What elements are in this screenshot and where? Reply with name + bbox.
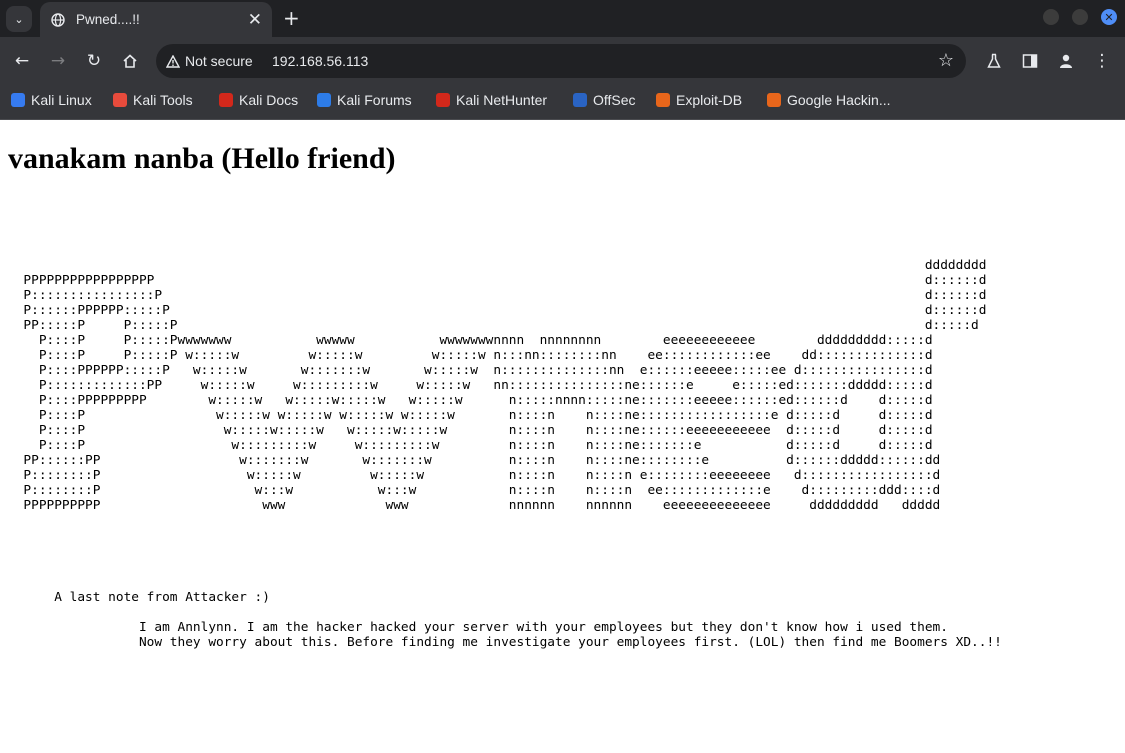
side-panel-button[interactable] [1018, 49, 1042, 73]
bookmark-label: Kali NetHunter [456, 92, 548, 108]
page-heading: vanakam nanba (Hello friend) [8, 142, 396, 175]
maximize-button[interactable] [1072, 9, 1088, 25]
bookmark-label: Kali Linux [31, 92, 92, 108]
address-bar[interactable]: Not secure 192.168.56.113 ☆ [156, 44, 966, 78]
bookmark-label: Google Hackin... [787, 92, 891, 108]
security-label: Not secure [185, 53, 253, 69]
bookmark-label: Kali Forums [337, 92, 412, 108]
reload-button[interactable]: ↻ [82, 49, 106, 73]
attacker-note: A last note from Attacker :) I am Annlyn… [54, 590, 1002, 650]
chevron-down-icon: ⌄ [14, 12, 24, 26]
browser-toolbar: ← → ↻ Not secure 192.168.56.113 ☆ ⋮ [0, 37, 1125, 85]
bookmark-kali-nethunter[interactable]: Kali NetHunter [436, 85, 547, 115]
back-button[interactable]: ← [10, 49, 34, 73]
home-icon [122, 53, 138, 69]
globe-icon [50, 12, 66, 28]
offsec-icon [573, 93, 587, 107]
bookmark-kali-tools[interactable]: Kali Tools [113, 85, 193, 115]
bookmark-exploit-db[interactable]: Exploit-DB [656, 85, 742, 115]
kebab-menu-icon: ⋮ [1093, 51, 1111, 71]
kali-docs-icon [219, 93, 233, 107]
bookmark-label: Exploit-DB [676, 92, 743, 108]
arrow-right-icon: → [50, 51, 66, 71]
bookmark-label: OffSec [593, 92, 636, 108]
google-hacking-icon [767, 93, 781, 107]
reload-icon: ↻ [86, 51, 102, 71]
bookmarks-bar: Kali Linux Kali Tools Kali Docs Kali For… [0, 85, 1125, 120]
menu-button[interactable]: ⋮ [1090, 49, 1114, 73]
plus-icon: + [283, 6, 300, 30]
close-window-button[interactable]: ✕ [1101, 9, 1117, 25]
person-icon [1058, 53, 1074, 69]
kali-nethunter-icon [436, 93, 450, 107]
forward-button[interactable]: → [46, 49, 70, 73]
new-tab-button[interactable]: + [283, 7, 300, 29]
tab-strip: ⌄ Pwned....!! ✕ + ✕ [0, 0, 1125, 37]
kali-tools-icon [113, 93, 127, 107]
bookmark-google-hacking[interactable]: Google Hackin... [767, 85, 891, 115]
profile-button[interactable] [1054, 49, 1078, 73]
arrow-left-icon: ← [14, 51, 30, 71]
tab-search-button[interactable]: ⌄ [6, 6, 32, 32]
site-info-button[interactable]: Not secure [166, 44, 253, 78]
kali-linux-icon [11, 93, 25, 107]
ascii-art-pwned: dddddddd PPPPPPPPPPPPPPPPP d::::::d P:::… [23, 258, 987, 513]
bookmark-star-icon[interactable]: ☆ [938, 50, 954, 71]
bookmark-kali-docs[interactable]: Kali Docs [219, 85, 298, 115]
tab-title: Pwned....!! [76, 12, 140, 27]
bookmark-label: Kali Docs [239, 92, 299, 108]
home-button[interactable] [118, 49, 142, 73]
close-icon: ✕ [1104, 10, 1114, 24]
close-tab-icon[interactable]: ✕ [248, 10, 262, 30]
minimize-button[interactable] [1043, 9, 1059, 25]
bookmark-kali-linux[interactable]: Kali Linux [11, 85, 92, 115]
bookmark-kali-forums[interactable]: Kali Forums [317, 85, 412, 115]
active-tab[interactable]: Pwned....!! ✕ [40, 2, 272, 37]
bookmark-offsec[interactable]: OffSec [573, 85, 636, 115]
flask-icon [986, 53, 1002, 69]
url-text[interactable]: 192.168.56.113 [272, 44, 368, 78]
exploit-db-icon [656, 93, 670, 107]
labs-button[interactable] [982, 49, 1006, 73]
web-page-content: vanakam nanba (Hello friend) dddddddd PP… [0, 120, 1125, 753]
bookmark-label: Kali Tools [133, 92, 193, 108]
kali-forums-icon [317, 93, 331, 107]
side-panel-icon [1022, 53, 1038, 69]
warning-icon [166, 54, 180, 68]
